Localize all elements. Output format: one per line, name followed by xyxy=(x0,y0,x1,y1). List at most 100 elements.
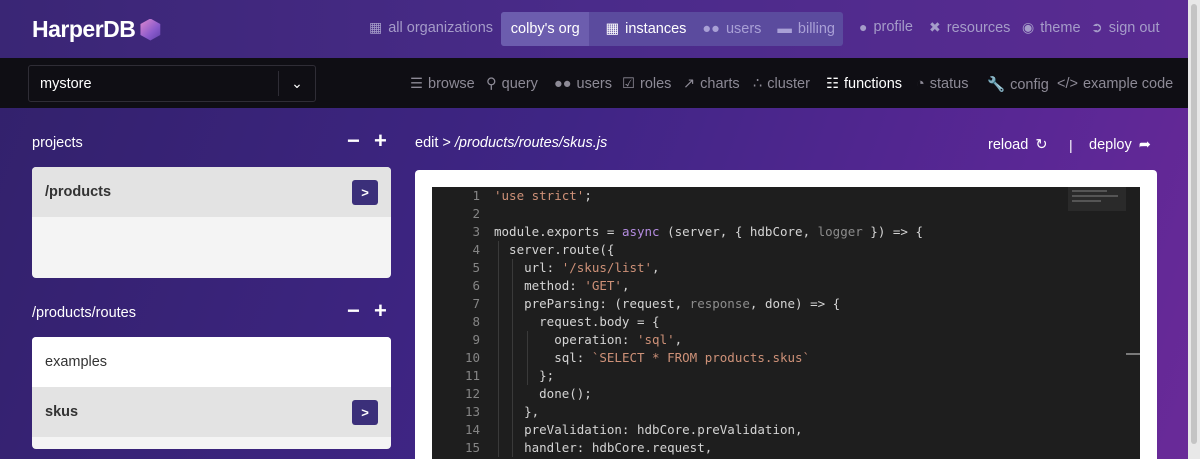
nav-browse[interactable]: ☰ browse xyxy=(410,76,475,92)
chevron-down-icon[interactable]: ⌄ xyxy=(278,71,315,96)
code-icon: </> xyxy=(1057,76,1078,92)
nav-config[interactable]: 🔧 config xyxy=(987,76,1049,94)
top-navbar: HarperDB ▦ all organizations colby's org… xyxy=(0,0,1188,58)
checkbox-icon: ☑ xyxy=(622,76,635,92)
nav-cluster[interactable]: ∴ cluster xyxy=(753,76,810,92)
instances-tab[interactable]: ▦ instances xyxy=(589,12,694,46)
resources-link[interactable]: ✖ resources xyxy=(929,19,1010,36)
all-organizations-link[interactable]: ▦ all organizations xyxy=(369,19,493,36)
project-label: /products xyxy=(45,184,112,200)
collapse-projects-button[interactable]: − xyxy=(347,130,360,152)
nav-users[interactable]: ●● users xyxy=(554,76,612,92)
file-path: /products/routes/skus.js xyxy=(454,135,608,151)
line-number: 6 xyxy=(472,278,480,293)
line-chart-icon: ↗ xyxy=(683,76,696,92)
add-route-button[interactable]: + xyxy=(374,300,387,322)
users-icon: ●● xyxy=(554,76,572,92)
route-label: examples xyxy=(45,354,108,370)
code-line: done(); xyxy=(494,386,592,401)
theme-label: theme xyxy=(1040,19,1081,36)
profile-label: profile xyxy=(873,19,913,35)
tools-icon: ✖ xyxy=(929,19,941,35)
line-number: 9 xyxy=(472,332,480,347)
nav-status[interactable]: ◔ status xyxy=(916,76,968,92)
harperdb-logo[interactable]: HarperDB xyxy=(32,16,161,43)
all-organizations-label: all organizations xyxy=(388,19,494,36)
building-icon: ▦ xyxy=(369,19,383,35)
reload-button[interactable]: reload ↻ xyxy=(988,137,1047,153)
nav-roles[interactable]: ☑ roles xyxy=(622,76,671,92)
projects-heading: projects xyxy=(32,135,83,151)
list-item[interactable]: /products > xyxy=(32,167,391,217)
list-item[interactable]: skus > xyxy=(32,387,391,437)
sitemap-icon: ☷ xyxy=(826,76,839,92)
billing-label: billing xyxy=(797,21,835,37)
resources-label: resources xyxy=(946,19,1011,36)
code-line: }; xyxy=(494,368,555,383)
nav-query[interactable]: ⚲ query xyxy=(486,76,538,92)
code-line: preParsing: (request, response, done) =>… xyxy=(494,296,841,311)
sign-out-icon: ➲ xyxy=(1091,19,1103,35)
nav-example-code-label: example code xyxy=(1082,76,1174,92)
line-number: 11 xyxy=(464,368,480,383)
nav-users-label: users xyxy=(576,76,612,92)
add-project-button[interactable]: + xyxy=(374,130,387,152)
org-name-button[interactable]: colby's org xyxy=(501,12,590,46)
line-number: 3 xyxy=(472,224,480,239)
page-scrollbar[interactable] xyxy=(1188,0,1200,459)
code-line: handler: hdbCore.request, xyxy=(494,440,713,455)
nav-browse-label: browse xyxy=(428,76,475,92)
line-number: 7 xyxy=(472,296,480,311)
code-line: url: '/skus/list', xyxy=(494,260,660,275)
nav-status-label: status xyxy=(929,76,969,92)
nav-config-label: config xyxy=(1010,76,1049,93)
nav-example-code[interactable]: </> example code xyxy=(1057,76,1173,92)
line-number: 15 xyxy=(464,440,480,455)
gauge-icon: ◔ xyxy=(916,76,925,92)
deploy-button[interactable]: deploy ➦ xyxy=(1089,137,1151,153)
instance-select[interactable]: mystore ⌄ xyxy=(28,65,316,102)
list-item[interactable]: examples xyxy=(32,337,391,387)
code-line: request.body = { xyxy=(494,314,660,329)
list-icon: ☰ xyxy=(410,76,423,92)
instance-navbar: mystore ⌄ ☰ browse ⚲ query ●● users ☑ ro… xyxy=(0,58,1188,108)
chevron-right-icon[interactable]: > xyxy=(352,399,378,425)
search-icon: ⚲ xyxy=(486,76,497,92)
sign-out-label: sign out xyxy=(1108,19,1160,36)
nav-functions[interactable]: ☷ functions xyxy=(826,76,902,92)
collapse-routes-button[interactable]: − xyxy=(347,300,360,322)
code-minimap[interactable] xyxy=(1068,187,1126,211)
edit-prefix: edit > xyxy=(415,135,451,151)
scroll-position-marker xyxy=(1126,353,1140,355)
line-number: 12 xyxy=(464,386,480,401)
nav-charts-label: charts xyxy=(700,76,740,92)
line-number: 13 xyxy=(464,404,480,419)
routes-list: examples skus > xyxy=(32,337,391,449)
projects-list: /products > xyxy=(32,167,391,278)
code-editor[interactable]: 1 2 3 4 5 6 7 8 9 10 11 12 13 14 15 'use strict'; modu… xyxy=(432,187,1140,459)
code-line: }, xyxy=(494,404,540,419)
profile-link[interactable]: ● profile xyxy=(859,19,913,35)
code-line: module.exports = async (server, { hdbCor… xyxy=(494,224,923,239)
sign-out-link[interactable]: ➲ sign out xyxy=(1091,19,1160,36)
users-icon: ●● xyxy=(702,21,720,37)
nav-charts[interactable]: ↗ charts xyxy=(683,76,740,92)
scrollbar-thumb[interactable] xyxy=(1191,4,1197,444)
logo-text: HarperDB xyxy=(32,16,136,42)
code-content[interactable]: 'use strict'; module.exports = async (se… xyxy=(494,187,923,457)
theme-link[interactable]: ◉ theme xyxy=(1022,19,1081,36)
refresh-icon: ↻ xyxy=(1035,137,1048,153)
chevron-right-icon[interactable]: > xyxy=(352,179,378,205)
code-line: server.route({ xyxy=(494,242,615,257)
line-number: 5 xyxy=(472,260,480,275)
users-tab[interactable]: ●● users xyxy=(694,12,769,46)
line-number: 8 xyxy=(472,314,480,329)
line-number: 1 xyxy=(472,188,480,203)
deploy-label: deploy xyxy=(1089,137,1132,153)
billing-tab[interactable]: ▬ billing xyxy=(769,12,843,46)
code-line: sql: `SELECT * FROM products.skus` xyxy=(494,350,811,365)
share-arrow-icon: ➦ xyxy=(1138,137,1151,153)
edit-breadcrumb: edit > /products/routes/skus.js xyxy=(415,135,607,151)
nav-roles-label: roles xyxy=(640,76,672,92)
